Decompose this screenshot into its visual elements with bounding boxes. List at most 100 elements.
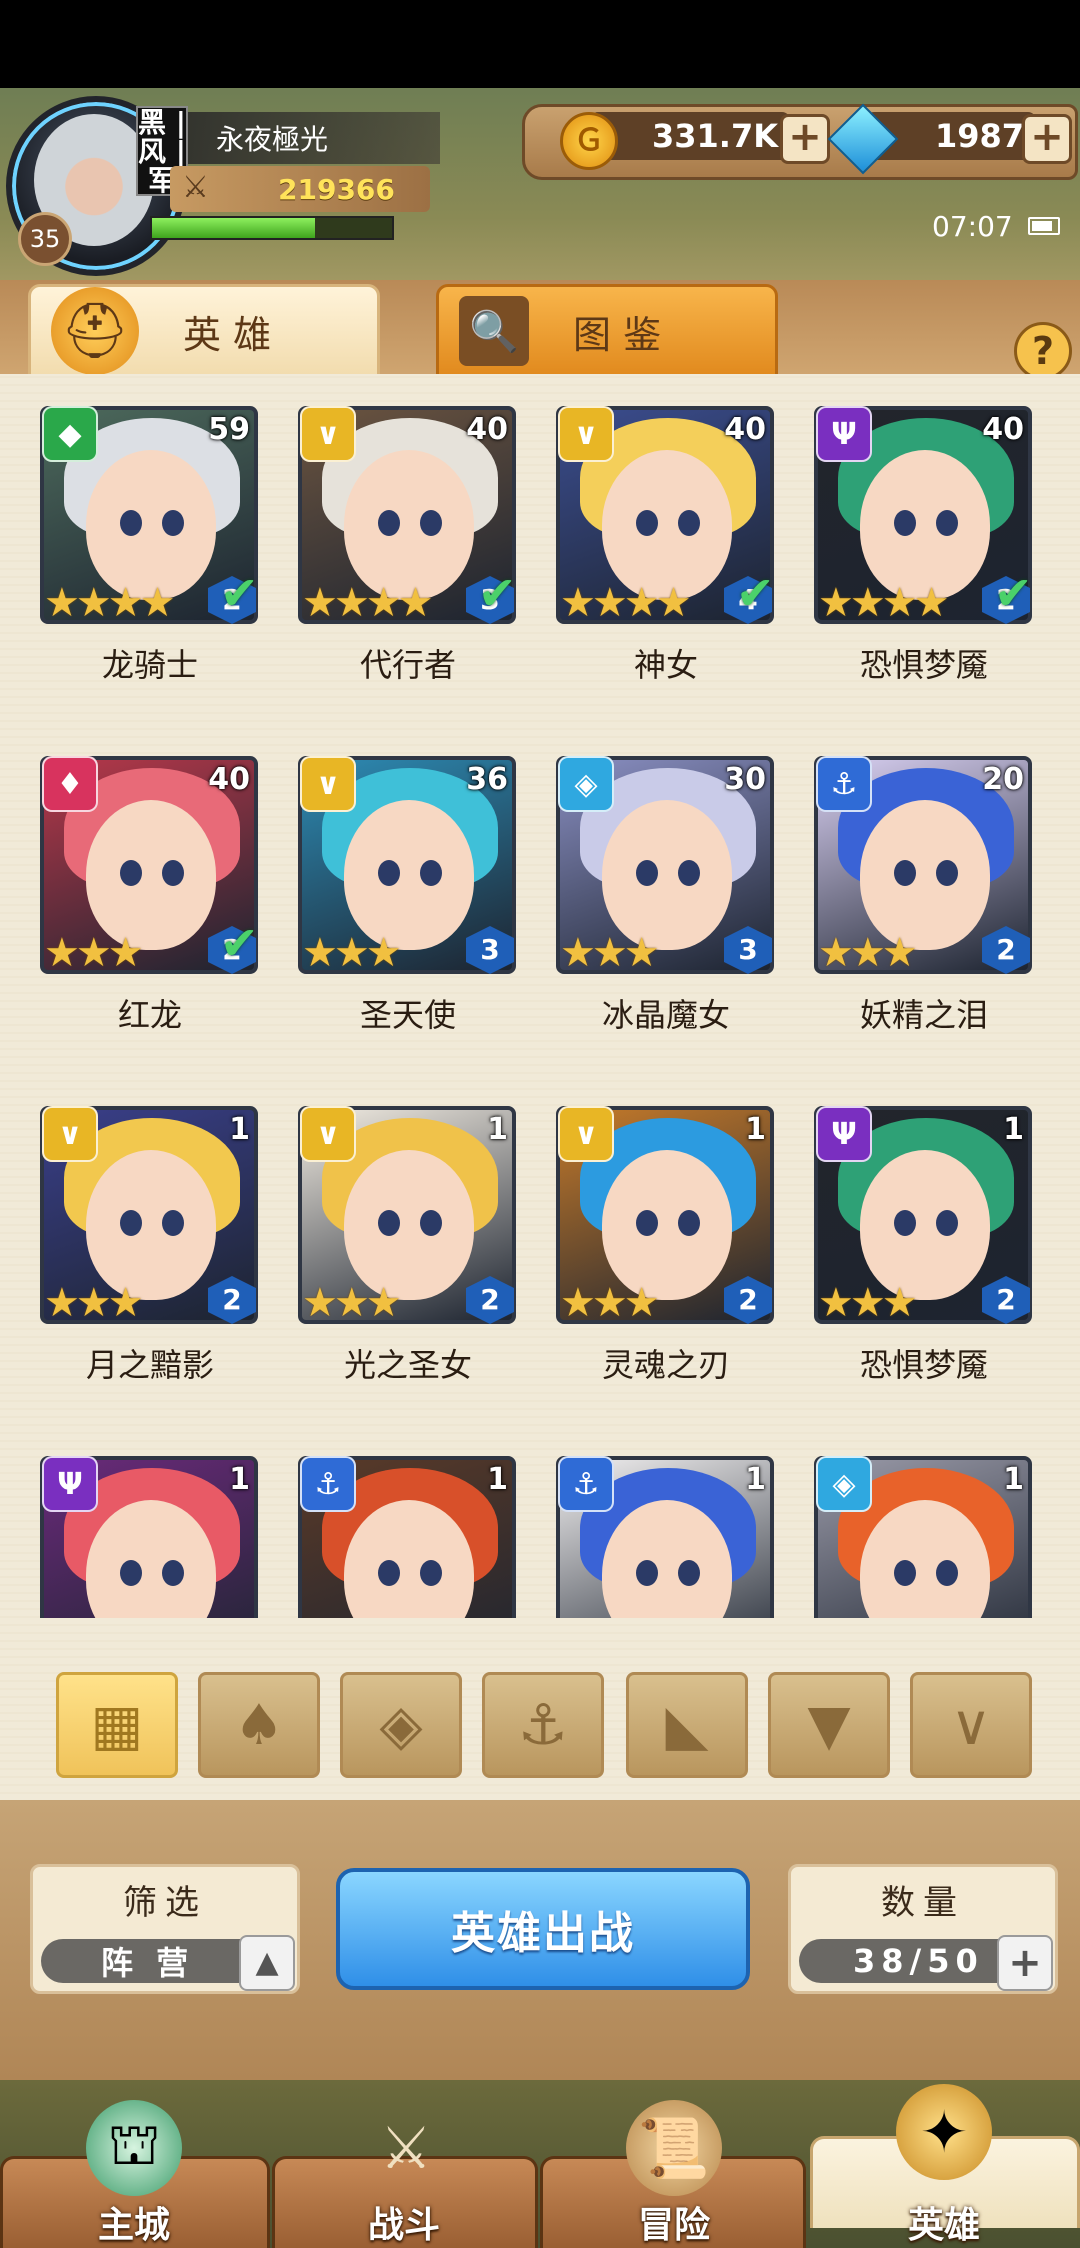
wings-filter-button[interactable]: ∨: [910, 1672, 1032, 1778]
dark-faction-icon: Ψ: [816, 1106, 872, 1162]
player-level-badge: 35: [18, 212, 72, 266]
hero-eye: [678, 1560, 700, 1586]
hero-level: 1: [487, 1112, 508, 1147]
hero-card[interactable]: ∨ 1 ★★★ 2 光之圣女: [298, 1090, 518, 1440]
magnifier-icon: 🔍: [459, 296, 529, 366]
hero-level: 1: [229, 1112, 250, 1147]
clock: 07:07: [932, 210, 1013, 243]
dark-faction-icon: Ψ: [42, 1456, 98, 1512]
add-gems-button[interactable]: +: [1022, 114, 1072, 164]
expand-capacity-button[interactable]: +: [997, 1935, 1053, 1991]
xp-bar: [150, 216, 394, 240]
hero-card[interactable]: Ψ1★★★: [40, 1440, 260, 1618]
light-faction-icon: ∨: [300, 406, 356, 462]
tab-heroes-label: 英 雄: [183, 312, 272, 357]
hero-card[interactable]: ⚓1★★★: [556, 1440, 776, 1618]
deployed-check-icon: ✔: [220, 566, 259, 620]
help-button[interactable]: ?: [1014, 322, 1072, 380]
hero-star-rating: ★★★: [818, 1280, 918, 1326]
water-faction-icon: ⚓: [300, 1456, 356, 1512]
hero-star-rating: ★★★: [818, 930, 918, 976]
helmet-icon: ⛑: [51, 287, 139, 375]
hero-name: 圣天使: [359, 996, 456, 1034]
beast-faction-icon: ◆: [42, 406, 98, 462]
flame-filter-button[interactable]: ♠: [198, 1672, 320, 1778]
hero-count-value: 38/50: [853, 1942, 984, 1980]
hero-name: 红龙: [117, 996, 182, 1034]
hero-star-rating: ★★★: [44, 930, 144, 976]
hero-card[interactable]: ⚓1★★★: [298, 1440, 518, 1618]
hero-level: 1: [487, 1462, 508, 1497]
hero-card[interactable]: ◈1★★★: [814, 1440, 1034, 1618]
hero-card[interactable]: ⚓ 20 ★★★ 2 妖精之泪: [814, 740, 1034, 1090]
hero-level: 1: [745, 1462, 766, 1497]
hero-eye: [420, 860, 442, 886]
tab-heroes[interactable]: ⛑ 英 雄: [28, 284, 380, 378]
water-faction-icon: ⚓: [558, 1456, 614, 1512]
filter-control: 筛选 阵 营 ▲: [30, 1864, 300, 1994]
hero-eye: [894, 510, 916, 536]
hero-card[interactable]: ◆ 59 ★★★★ 2 ✔ 龙骑士: [40, 390, 260, 740]
deploy-heroes-button[interactable]: 英雄出战: [336, 1868, 750, 1990]
hero-face: [860, 450, 990, 600]
hero-card[interactable]: ♦ 40 ★★★ 2 ✔ 红龙: [40, 740, 260, 1090]
hero-eye: [636, 510, 658, 536]
hero-eye: [636, 860, 658, 886]
hero-card[interactable]: Ψ 1 ★★★ 2 恐惧梦魇: [814, 1090, 1034, 1440]
chevron-up-icon[interactable]: ▲: [239, 1935, 295, 1991]
hero-face: [86, 800, 216, 950]
hero-card[interactable]: ∨ 40 ★★★★ 4 ✔ 神女: [556, 390, 776, 740]
hero-grid: ◆ 59 ★★★★ 2 ✔ 龙骑士 ∨ 40 ★★★★ 3 ✔ 代行者 ∨ 40 ★★★★ 4 ✔ 神女 Ψ 40 ★★…: [0, 374, 1080, 1618]
hero-level: 20: [982, 762, 1024, 797]
player-name-plate: 永夜極光: [160, 112, 440, 164]
beast-filter-button[interactable]: ◣: [626, 1672, 748, 1778]
xp-bar-fill: [152, 218, 316, 238]
hero-card[interactable]: ∨ 40 ★★★★ 3 ✔ 代行者: [298, 390, 518, 740]
hero-eye: [162, 1210, 184, 1236]
light-faction-icon: ∨: [558, 406, 614, 462]
filter-value: 阵 营: [101, 1944, 195, 1982]
hero-card[interactable]: ∨ 1 ★★★ 2 灵魂之刃: [556, 1090, 776, 1440]
anchor-filter-button[interactable]: ⚓: [482, 1672, 604, 1778]
nav-adventure-label: 冒险: [637, 2205, 710, 2246]
add-gold-button[interactable]: +: [780, 114, 830, 164]
hero-card[interactable]: ∨ 36 ★★★ 3 圣天使: [298, 740, 518, 1090]
hero-star-rating: ★★★★: [818, 580, 949, 626]
hero-name: 恐惧梦魇: [859, 646, 988, 684]
hero-star-rating: ★★★: [560, 1280, 660, 1326]
hero-level: 1: [1003, 1112, 1024, 1147]
hero-level: 40: [982, 412, 1024, 447]
scroll-map-icon: 📜: [626, 2100, 722, 2196]
horns-filter-button[interactable]: ▼: [768, 1672, 890, 1778]
hero-face: [602, 1150, 732, 1300]
dark-faction-icon: Ψ: [816, 406, 872, 462]
player-name: 永夜極光: [216, 123, 329, 156]
deployed-check-icon: ✔: [994, 566, 1033, 620]
filter-title: 筛选: [123, 1883, 207, 1923]
hero-star-rating: ★★★★: [44, 580, 175, 626]
crystal-filter-button[interactable]: ◈: [340, 1672, 462, 1778]
hero-name: 月之黯影: [85, 1346, 214, 1384]
hero-eye: [636, 1210, 658, 1236]
hero-card[interactable]: Ψ 40 ★★★★ 2 ✔ 恐惧梦魇: [814, 390, 1034, 740]
hero-card[interactable]: ◈ 30 ★★★ 3 冰晶魔女: [556, 740, 776, 1090]
hero-name: 龙骑士: [101, 646, 198, 684]
tab-codex[interactable]: 🔍 图 鉴: [436, 284, 778, 378]
hero-card[interactable]: ∨ 1 ★★★ 2 月之黯影: [40, 1090, 260, 1440]
ice-faction-icon: ◈: [816, 1456, 872, 1512]
crossed-swords-icon: ⚔: [380, 2114, 432, 2182]
nav-main-city-label: 主城: [97, 2205, 170, 2246]
hero-level: 1: [229, 1462, 250, 1497]
hero-eye: [936, 1560, 958, 1586]
grid-filter-button[interactable]: ▦: [56, 1672, 178, 1778]
hero-eye: [420, 1560, 442, 1586]
hero-eye: [636, 1560, 658, 1586]
light-faction-icon: ∨: [42, 1106, 98, 1162]
hero-name: 恐惧梦魇: [859, 1346, 988, 1384]
hero-eye: [378, 1560, 400, 1586]
hero-eye: [678, 860, 700, 886]
hero-name: 妖精之泪: [859, 996, 988, 1034]
hero-level: 1: [1003, 1462, 1024, 1497]
crossed-swords-icon: ⚔: [182, 170, 209, 205]
count-title: 数量: [881, 1883, 965, 1923]
